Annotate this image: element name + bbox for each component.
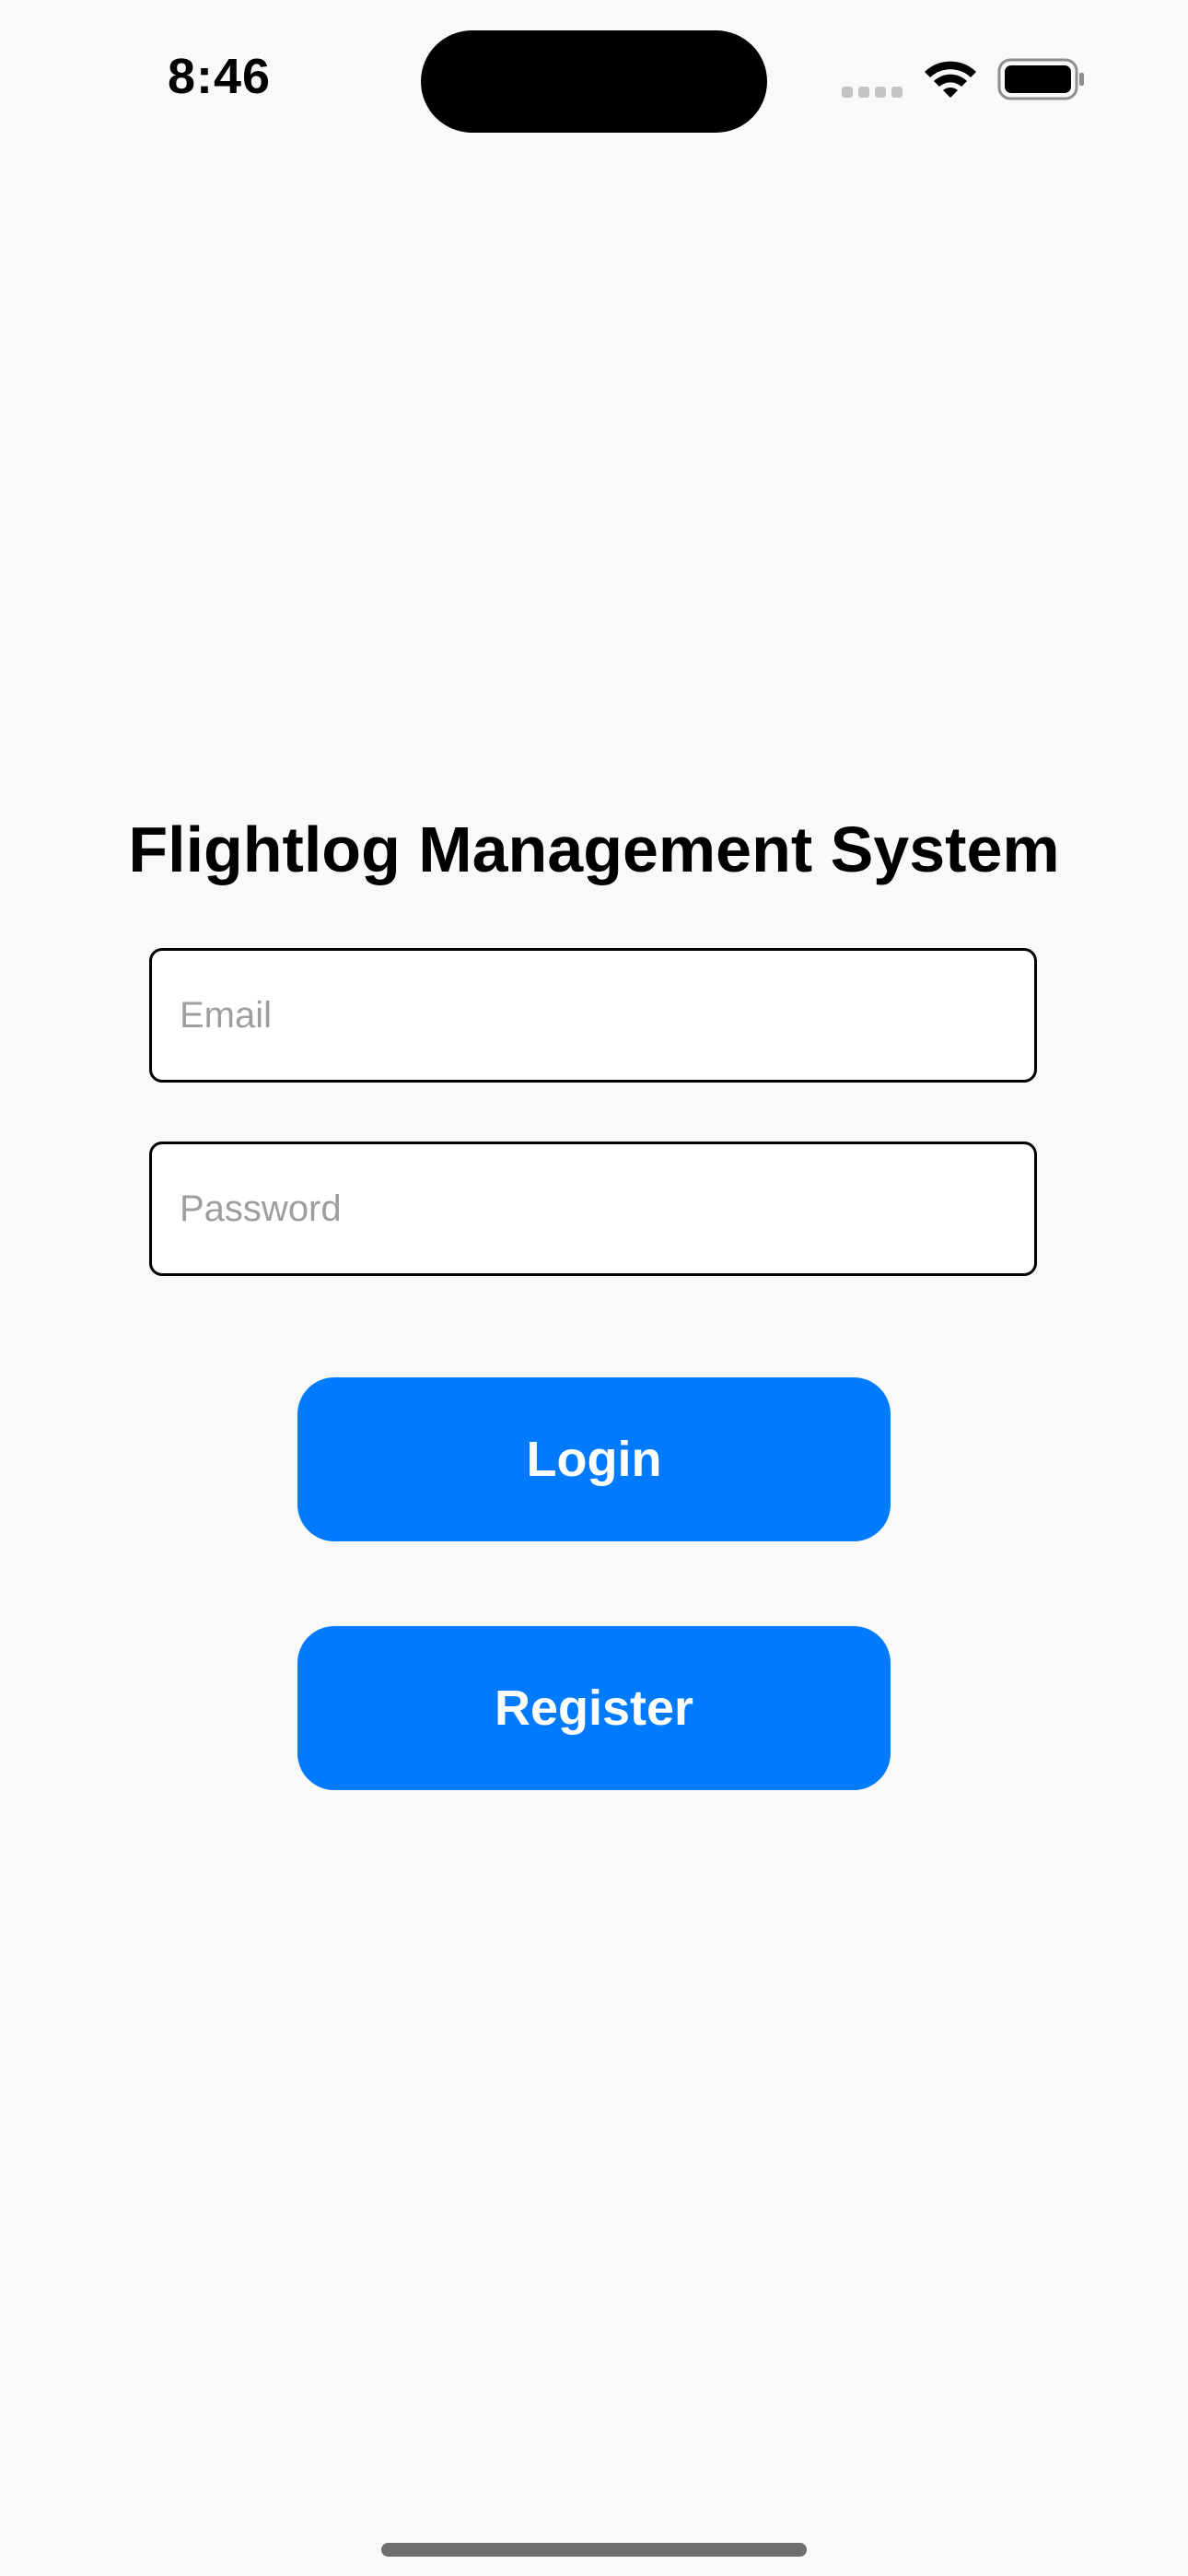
battery-icon xyxy=(997,58,1084,100)
password-field[interactable] xyxy=(149,1142,1037,1276)
register-button-label: Register xyxy=(494,1680,694,1736)
wifi-icon xyxy=(925,61,976,98)
dynamic-island xyxy=(421,30,767,133)
signal-icon xyxy=(842,87,904,100)
login-button-label: Login xyxy=(526,1432,662,1487)
status-time: 8:46 xyxy=(168,49,272,104)
home-indicator[interactable] xyxy=(381,2543,807,2557)
page-title: Flightlog Management System xyxy=(128,814,1060,885)
status-bar: 8:46 xyxy=(0,0,1188,157)
login-button[interactable]: Login xyxy=(297,1377,891,1541)
register-button[interactable]: Register xyxy=(297,1626,891,1790)
email-field[interactable] xyxy=(149,948,1037,1083)
